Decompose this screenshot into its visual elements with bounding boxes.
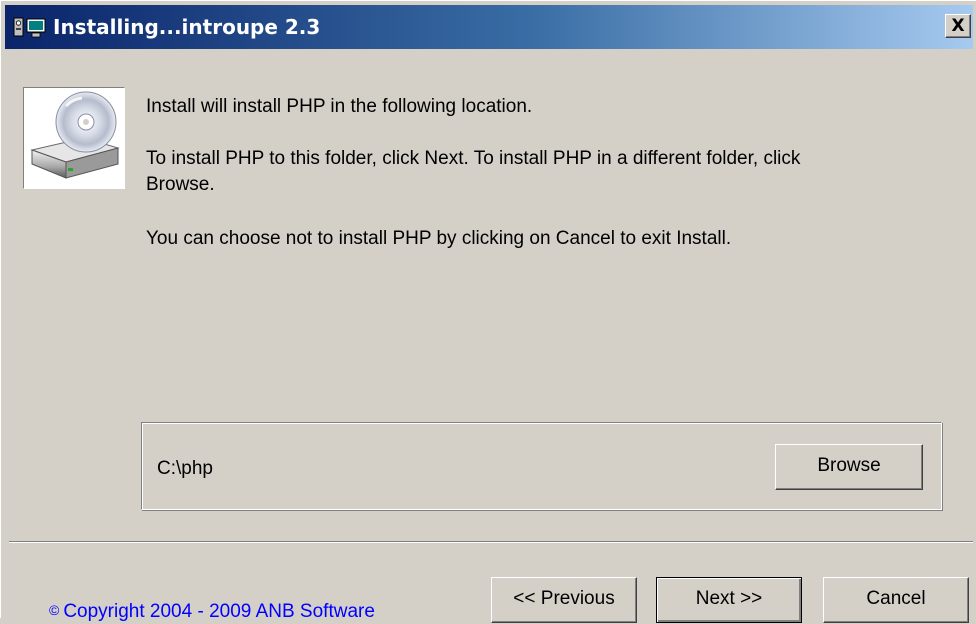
install-instructions-line2: Browse. — [146, 174, 215, 195]
browse-button[interactable]: Browse — [775, 444, 923, 490]
footer-separator — [9, 541, 973, 543]
previous-button[interactable]: << Previous — [491, 577, 637, 623]
next-button[interactable]: Next >> — [656, 577, 802, 623]
copyright-link[interactable]: © Copyright 2004 - 2009 ANB Software — [49, 598, 375, 624]
window-title: Installing...introupe 2.3 — [53, 15, 321, 39]
close-button[interactable]: X — [945, 14, 971, 38]
cancel-instructions-text: You can choose not to install PHP by cli… — [146, 228, 732, 249]
installer-computer-icon — [13, 15, 47, 39]
destination-folder-group: C:\php Browse — [141, 422, 942, 510]
destination-path: C:\php — [157, 458, 213, 479]
copyright-symbol: © — [49, 602, 60, 618]
cancel-button[interactable]: Cancel — [823, 577, 969, 623]
copyright-text: Copyright 2004 - 2009 ANB Software — [63, 601, 375, 622]
installer-window: Installing...introupe 2.3 X Install will… — [0, 0, 976, 623]
install-instructions-line1: To install PHP to this folder, click Nex… — [146, 148, 801, 169]
cd-drive-icon — [23, 87, 125, 189]
install-location-text: Install will install PHP in the followin… — [146, 96, 533, 117]
title-bar[interactable]: Installing...introupe 2.3 X — [5, 5, 973, 49]
